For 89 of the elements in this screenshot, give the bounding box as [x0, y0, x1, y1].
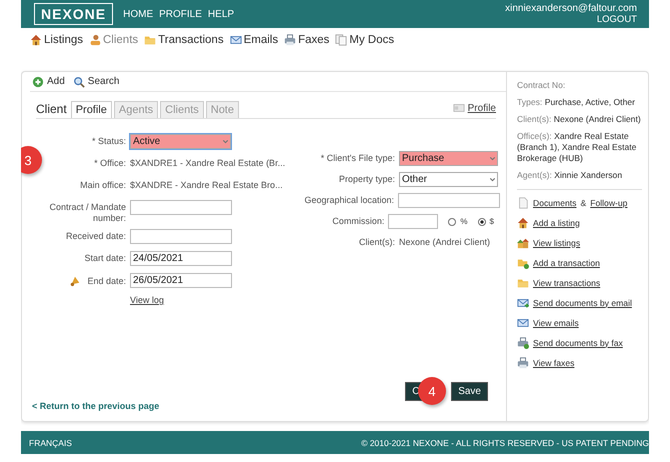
input-field[interactable] — [130, 200, 232, 215]
step-callout-tooltip: 4 — [418, 377, 446, 405]
printer-icon — [517, 356, 529, 368]
caret-icon — [488, 154, 497, 163]
action-link[interactable]: Add a transaction — [533, 258, 600, 268]
documents-icon — [335, 34, 348, 46]
action-link[interactable]: Follow-up — [590, 198, 628, 208]
field-label: End date: — [87, 276, 126, 286]
module-link[interactable]: Listings — [30, 34, 83, 46]
module-link[interactable]: Faxes — [284, 34, 330, 46]
summary-line: Contract No: — [517, 80, 566, 91]
section-title: Client — [36, 102, 67, 118]
action-link[interactable]: Documents — [533, 198, 576, 208]
ampersand: & — [580, 198, 586, 208]
radio-label: $ — [490, 217, 494, 226]
input-field[interactable]: 26/05/2021 — [130, 273, 232, 288]
houses-icon — [517, 236, 529, 248]
id-card-icon — [452, 102, 465, 114]
document-icon — [517, 196, 529, 208]
field-label: * Office: — [94, 158, 126, 169]
return-link[interactable]: < Return to the previous page — [32, 401, 160, 411]
action-link[interactable]: Send documents by email — [533, 298, 632, 308]
input-field[interactable] — [388, 214, 438, 229]
envelope-icon — [230, 34, 242, 46]
nav-link[interactable]: HELP — [208, 8, 234, 20]
radio-button[interactable] — [448, 218, 456, 226]
toolbar-button[interactable]: Search — [72, 76, 120, 88]
nav-link[interactable]: PROFILE — [159, 8, 202, 20]
field-label: Received date: — [66, 231, 126, 242]
envelope-icon — [517, 296, 529, 308]
logo[interactable]: NEXONE — [34, 3, 114, 25]
summary-line: Client(s): Nexone (Andrei Client) — [517, 114, 642, 125]
select-field[interactable]: Other — [399, 172, 498, 187]
house-icon — [517, 216, 529, 228]
module-link[interactable]: Emails — [230, 34, 278, 46]
module-link[interactable]: Transactions — [144, 34, 224, 46]
add-icon — [32, 76, 44, 88]
person-icon — [89, 34, 101, 46]
action-link[interactable]: View listings — [533, 238, 580, 248]
caret-icon — [221, 137, 230, 146]
view-log-link[interactable]: View log — [130, 295, 164, 305]
field-label: Commission: — [332, 216, 384, 227]
tab[interactable]: Profile — [70, 101, 112, 118]
field-value: $XANDRE - Xandre Real Estate Bro... — [130, 179, 283, 190]
folder-icon — [517, 276, 529, 288]
field-label: Start date: — [84, 253, 126, 264]
radio-label: % — [460, 217, 468, 226]
action-link[interactable]: Send documents by fax — [533, 338, 623, 348]
field-label: * Client's File type: — [320, 153, 395, 164]
folder-icon — [517, 256, 529, 268]
step-callout-tooltip: 3 — [21, 146, 42, 174]
action-link[interactable]: View faxes — [533, 358, 574, 368]
select-field[interactable]: Purchase — [399, 151, 498, 166]
profile-link[interactable]: Profile — [452, 102, 496, 118]
action-link[interactable]: View emails — [533, 318, 579, 328]
language-link[interactable]: FRANÇAIS — [29, 438, 72, 448]
summary-line: Types: Purchase, Active, Other — [517, 97, 636, 108]
action-link[interactable]: Add a listing — [533, 218, 580, 228]
house-icon — [30, 34, 42, 46]
select-field[interactable]: Active — [130, 134, 231, 149]
module-link[interactable]: Clients — [89, 34, 138, 46]
radio-button[interactable] — [478, 218, 486, 226]
action-link[interactable]: View transactions — [533, 278, 600, 288]
user-email: xinniexanderson@faltour.com — [505, 3, 637, 14]
input-field[interactable] — [130, 229, 232, 244]
field-label: Contract / Mandate number: — [48, 202, 126, 224]
caret-icon — [488, 175, 497, 184]
field-label: Main office: — [80, 180, 126, 191]
search-icon — [72, 76, 85, 88]
field-label: Property type: — [338, 174, 395, 185]
nav-link[interactable]: HOME — [123, 8, 154, 20]
module-link[interactable]: My Docs — [335, 34, 394, 46]
field-value: $XANDRE1 - Xandre Real Estate (Br... — [130, 157, 286, 168]
input-field[interactable] — [398, 193, 500, 208]
field-value: Nexone (Andrei Client) — [399, 236, 490, 247]
toolbar-button[interactable]: Add — [32, 76, 65, 88]
button[interactable]: Save — [451, 382, 488, 401]
copyright-text: © 2010-2021 NEXONE - ALL RIGHTS RESERVED - US PATENT PENDING — [361, 438, 649, 448]
printer-icon — [284, 34, 296, 46]
field-label: Client(s): — [358, 237, 395, 248]
summary-line: Agent(s): Xinnie Xanderson — [517, 170, 624, 181]
printer-icon — [517, 336, 529, 348]
field-label: Geographical location: — [304, 195, 394, 206]
input-field[interactable]: 24/05/2021 — [130, 251, 232, 266]
envelope-icon — [517, 316, 529, 328]
field-label: * Status: — [92, 136, 126, 147]
logout-link[interactable]: LOGOUT — [596, 14, 637, 25]
summary-line: Office(s): Xandre Real Estate (Branch 1), Xandre Real Estate Brokerage (HUB) — [517, 131, 638, 164]
folder-icon — [144, 34, 156, 46]
